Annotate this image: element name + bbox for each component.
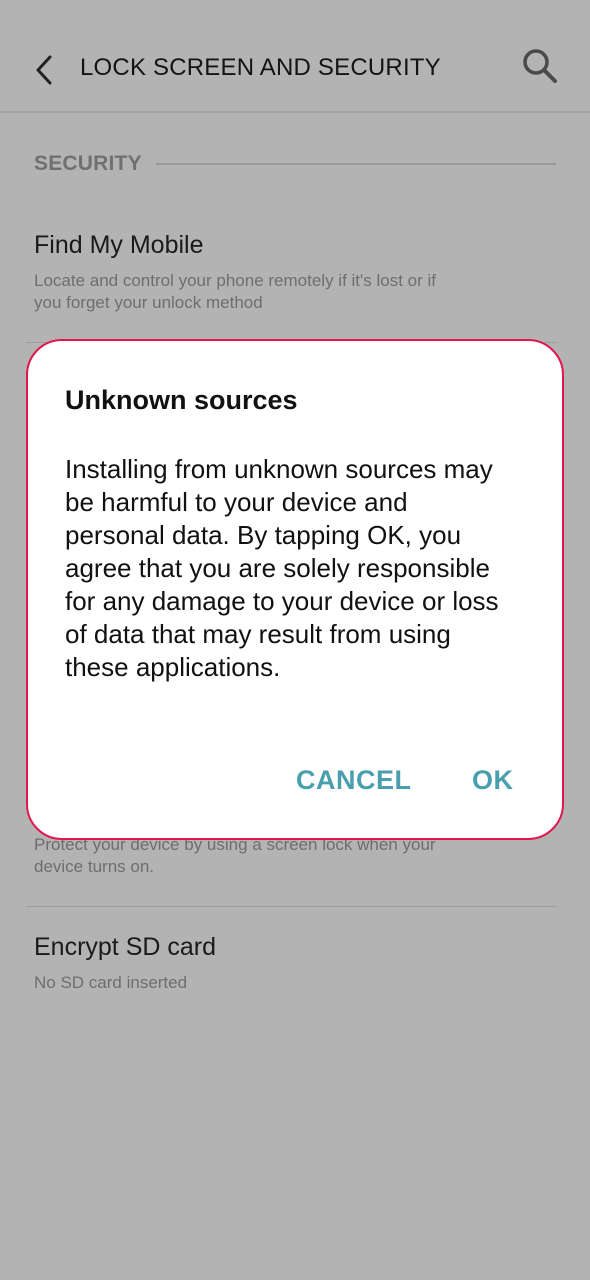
back-button[interactable] xyxy=(26,50,62,90)
setting-description: Locate and control your phone remotely i… xyxy=(34,271,437,312)
page-title: LOCK SCREEN AND SECURITY xyxy=(80,54,441,81)
setting-title: Find My Mobile xyxy=(34,231,204,259)
list-divider xyxy=(26,906,557,907)
unknown-sources-dialog: Unknown sources Installing from unknown … xyxy=(26,339,564,840)
setting-description: No SD card inserted xyxy=(34,973,188,992)
dialog-title: Unknown sources xyxy=(65,385,298,415)
setting-find-my-mobile[interactable]: Find My Mobile Locate and control your p… xyxy=(34,231,556,314)
section-label: SECURITY xyxy=(34,152,142,175)
setting-secure-startup-description: Protect your device by using a screen lo… xyxy=(34,835,436,876)
setting-encrypt-sd-card[interactable]: Encrypt SD card No SD card inserted xyxy=(34,933,556,994)
app-bar: LOCK SCREEN AND SECURITY xyxy=(0,0,590,113)
chevron-left-icon xyxy=(36,55,52,85)
setting-title: Encrypt SD card xyxy=(34,933,217,961)
section-header-security: SECURITY xyxy=(34,150,556,178)
dialog-message: Installing from unknown sources may be h… xyxy=(65,454,499,682)
cancel-button[interactable]: CANCEL xyxy=(296,765,412,796)
section-divider xyxy=(155,163,556,165)
search-icon xyxy=(523,49,557,83)
ok-button[interactable]: OK xyxy=(472,765,514,796)
search-button[interactable] xyxy=(516,42,564,90)
